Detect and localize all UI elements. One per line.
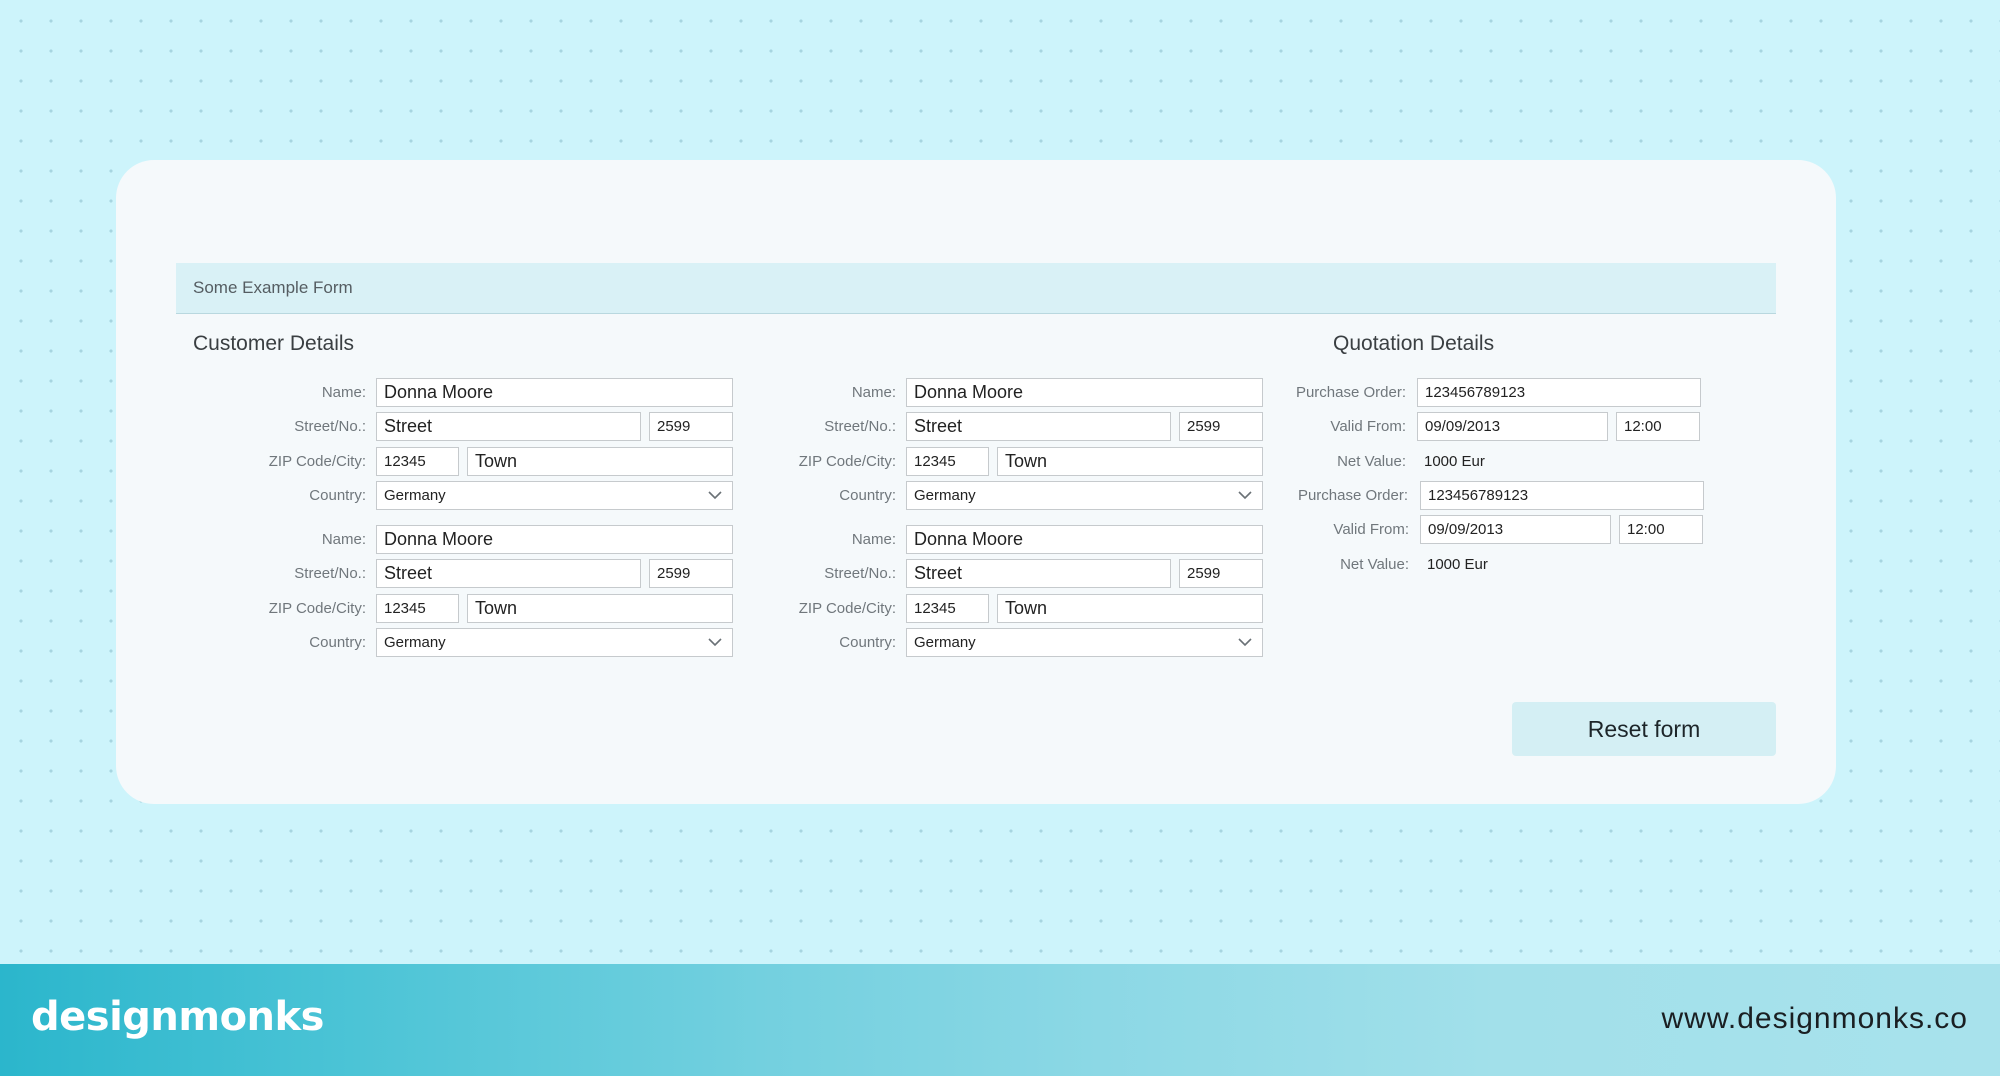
zip-label: ZIP Code/City: (268, 453, 366, 470)
street-label: Street/No.: (824, 418, 896, 435)
street-label: Street/No.: (294, 565, 366, 582)
zip-input[interactable]: 12345 (376, 447, 459, 476)
street-number-input[interactable]: 2599 (1179, 559, 1263, 588)
street-number-input[interactable]: 2599 (649, 559, 733, 588)
zip-input[interactable]: 12345 (376, 594, 459, 623)
street-input[interactable]: Street (906, 412, 1171, 441)
country-select[interactable]: Germany (906, 628, 1263, 657)
street-label: Street/No.: (824, 565, 896, 582)
form-card: Some Example Form Customer Details Quota… (116, 160, 1836, 804)
country-select[interactable]: Germany (376, 628, 733, 657)
country-label: Country: (839, 634, 896, 651)
name-input[interactable]: Donna Moore (376, 525, 733, 554)
city-input[interactable]: Town (997, 594, 1263, 623)
city-input[interactable]: Town (467, 447, 733, 476)
country-label: Country: (839, 487, 896, 504)
country-select[interactable]: Germany (906, 481, 1263, 510)
purchase-order-label: Purchase Order: (1297, 487, 1408, 504)
net-value-label: Net Value: (1340, 556, 1409, 573)
purchase-order-label: Purchase Order: (1295, 384, 1406, 401)
valid-from-time-input[interactable]: 12:00 (1616, 412, 1700, 441)
zip-label: ZIP Code/City: (798, 453, 896, 470)
country-label: Country: (309, 487, 366, 504)
city-input[interactable]: Town (997, 447, 1263, 476)
form-title-bar: Some Example Form (176, 263, 1776, 314)
country-select-value: Germany (914, 634, 976, 651)
country-select-value: Germany (384, 634, 446, 651)
street-number-input[interactable]: 2599 (1179, 412, 1263, 441)
reset-form-button[interactable]: Reset form (1512, 702, 1776, 756)
purchase-order-input[interactable]: 123456789123 (1420, 481, 1704, 510)
country-select-value: Germany (384, 487, 446, 504)
country-select-value: Germany (914, 487, 976, 504)
chevron-down-icon (708, 638, 722, 647)
name-input[interactable]: Donna Moore (906, 378, 1263, 407)
net-value: 1000 Eur (1424, 453, 1485, 470)
street-input[interactable]: Street (376, 559, 641, 588)
chevron-down-icon (1238, 491, 1252, 500)
brand-logo: designmonks (31, 994, 324, 1040)
name-label: Name: (851, 531, 896, 548)
valid-from-date-input[interactable]: 09/09/2013 (1417, 412, 1608, 441)
name-input[interactable]: Donna Moore (376, 378, 733, 407)
zip-label: ZIP Code/City: (268, 600, 366, 617)
name-input[interactable]: Donna Moore (906, 525, 1263, 554)
country-label: Country: (309, 634, 366, 651)
name-label: Name: (321, 384, 366, 401)
city-input[interactable]: Town (467, 594, 733, 623)
customer-section-title: Customer Details (193, 332, 355, 355)
name-label: Name: (321, 531, 366, 548)
website-url: www.designmonks.co (1661, 1002, 1968, 1035)
form-title: Some Example Form (193, 278, 353, 297)
net-value: 1000 Eur (1427, 556, 1488, 573)
street-input[interactable]: Street (376, 412, 641, 441)
country-select[interactable]: Germany (376, 481, 733, 510)
footer-banner: designmonks www.designmonks.co (0, 964, 2000, 1076)
zip-input[interactable]: 12345 (906, 447, 989, 476)
zip-input[interactable]: 12345 (906, 594, 989, 623)
valid-from-time-input[interactable]: 12:00 (1619, 515, 1703, 544)
chevron-down-icon (1238, 638, 1252, 647)
valid-from-date-input[interactable]: 09/09/2013 (1420, 515, 1611, 544)
chevron-down-icon (708, 491, 722, 500)
quotation-section-title: Quotation Details (1333, 332, 1495, 355)
name-label: Name: (851, 384, 896, 401)
valid-from-label: Valid From: (1330, 418, 1406, 435)
zip-label: ZIP Code/City: (798, 600, 896, 617)
street-number-input[interactable]: 2599 (649, 412, 733, 441)
street-input[interactable]: Street (906, 559, 1171, 588)
net-value-label: Net Value: (1337, 453, 1406, 470)
valid-from-label: Valid From: (1333, 521, 1409, 538)
street-label: Street/No.: (294, 418, 366, 435)
purchase-order-input[interactable]: 123456789123 (1417, 378, 1701, 407)
